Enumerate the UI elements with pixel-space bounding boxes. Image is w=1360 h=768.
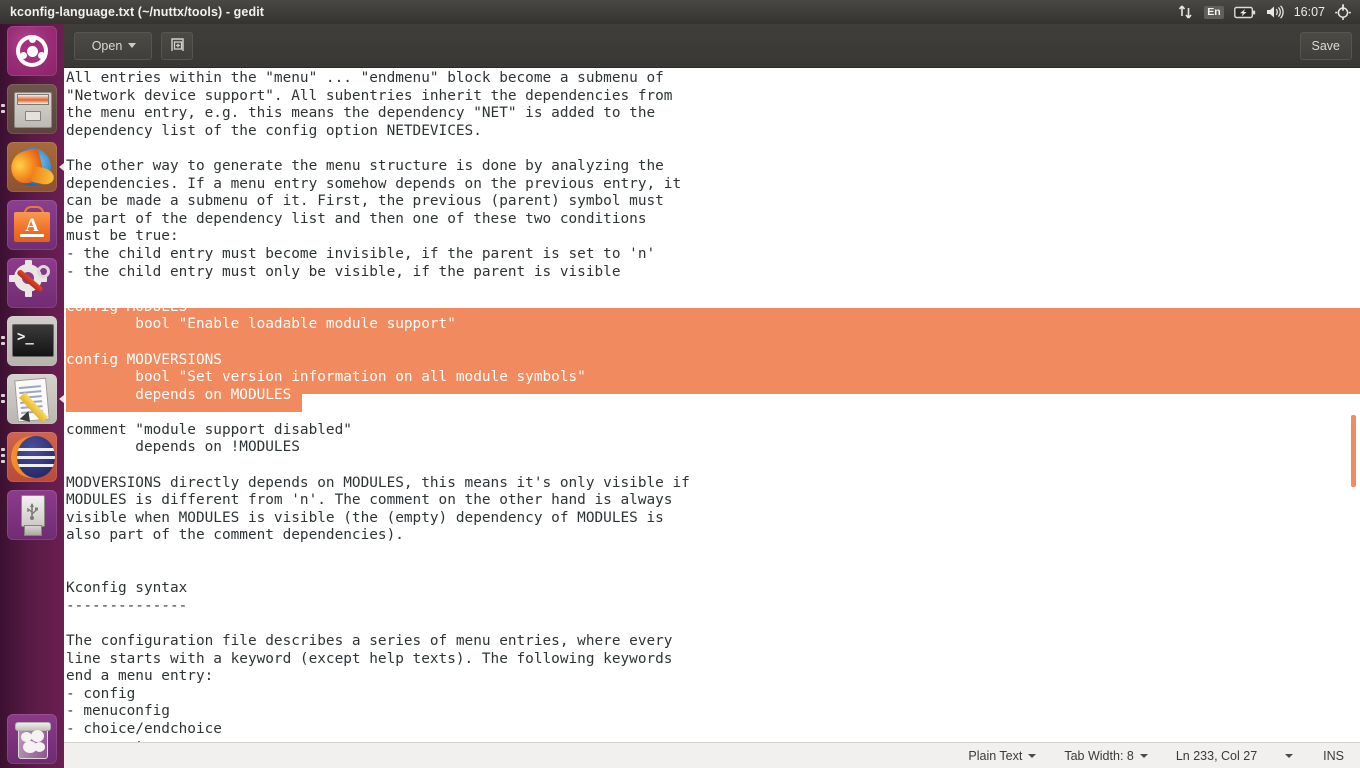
statusbar-menu-button[interactable] — [1271, 753, 1307, 758]
open-button-label: Open — [91, 38, 123, 53]
chevron-down-icon — [1139, 753, 1148, 758]
vertical-scrollbar[interactable] — [1347, 68, 1360, 742]
tab-width-label: Tab Width: 8 — [1064, 748, 1134, 763]
text-run: comment "module support disabled" depend… — [66, 421, 690, 742]
volume-speaker-icon[interactable] — [1266, 5, 1284, 19]
new-document-icon — [169, 36, 186, 56]
insert-mode-indicator: INS — [1307, 749, 1344, 763]
gedit-headerbar: Open Save — [64, 24, 1360, 68]
panel-clock[interactable]: 16:07 — [1294, 5, 1325, 19]
network-updown-arrows-icon[interactable] — [1178, 5, 1194, 19]
text-run: All entries within the "menu" ... "endme… — [66, 70, 682, 280]
launcher-item-usb-drive[interactable] — [7, 490, 57, 540]
chevron-down-icon — [1285, 753, 1294, 758]
cursor-position-label: Ln 233, Col 27 — [1175, 748, 1258, 763]
desktop-screen: kconfig-language.txt (~/nuttx/tools) - g… — [0, 0, 1360, 768]
language-selector[interactable]: Plain Text — [954, 749, 1050, 763]
window-title: kconfig-language.txt (~/nuttx/tools) - g… — [10, 5, 265, 19]
chevron-down-icon — [128, 43, 137, 48]
gedit-statusbar: Plain Text Tab Width: 8 Ln 233, Col 27 I… — [64, 742, 1360, 768]
gedit-window: Open Save All entries within the "menu" … — [64, 24, 1360, 768]
save-button-label: Save — [1311, 38, 1341, 53]
open-button[interactable]: Open — [74, 31, 152, 60]
launcher-item-files[interactable] — [7, 84, 57, 134]
system-tray: En 16:07 — [1178, 4, 1360, 20]
save-button[interactable]: Save — [1299, 31, 1352, 60]
launcher-item-ubuntu-dash[interactable] — [7, 26, 57, 76]
keyboard-layout-indicator[interactable]: En — [1204, 5, 1224, 19]
battery-charging-icon[interactable] — [1233, 6, 1256, 19]
language-label: Plain Text — [968, 748, 1023, 763]
launcher-item-software-center[interactable]: A — [7, 200, 57, 250]
new-document-button[interactable] — [161, 31, 193, 60]
editor-text-content[interactable]: All entries within the "menu" ... "endme… — [66, 70, 690, 742]
launcher-item-terminal[interactable]: >_ — [7, 316, 57, 366]
tab-width-selector[interactable]: Tab Width: 8 — [1050, 749, 1161, 763]
launcher-item-gedit[interactable] — [7, 374, 57, 424]
power-gear-icon[interactable] — [1335, 4, 1351, 20]
cursor-position[interactable]: Ln 233, Col 27 — [1162, 749, 1271, 763]
scrollbar-thumb[interactable] — [1351, 415, 1356, 487]
launcher-item-eclipse[interactable] — [7, 432, 57, 482]
chevron-down-icon — [1028, 753, 1037, 758]
unity-launcher: A >_ — [0, 24, 64, 768]
launcher-item-system-settings[interactable] — [7, 258, 57, 308]
launcher-item-trash[interactable] — [7, 714, 57, 764]
launcher-item-firefox[interactable] — [7, 142, 57, 192]
unity-top-panel: kconfig-language.txt (~/nuttx/tools) - g… — [0, 0, 1360, 24]
insert-mode-label: INS — [1323, 748, 1344, 763]
text-editor-view[interactable]: All entries within the "menu" ... "endme… — [64, 68, 1360, 742]
selected-text-run: config MODULES bool "Enable loadable mod… — [66, 298, 586, 403]
